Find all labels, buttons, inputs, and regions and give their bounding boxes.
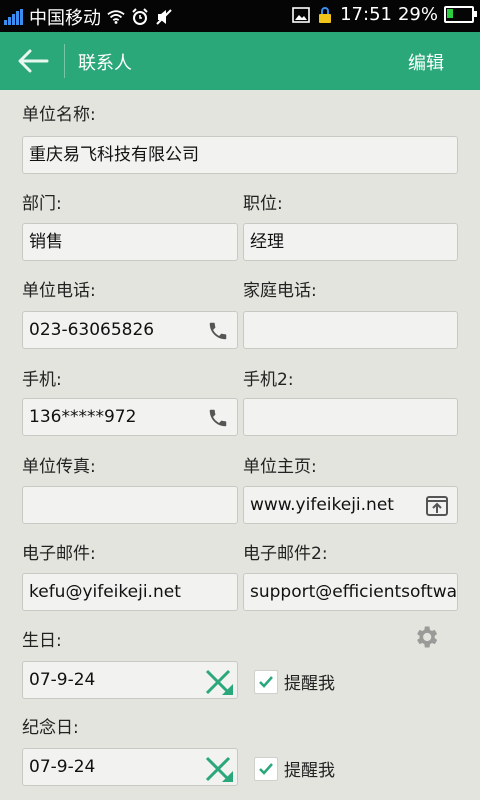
clear-date-icon[interactable] xyxy=(203,755,237,783)
dept-value: 销售 xyxy=(29,232,63,252)
fax-field[interactable] xyxy=(22,486,238,524)
anniversary-label: 纪念日: xyxy=(22,718,79,738)
homepage-label: 单位主页: xyxy=(243,457,317,477)
mobile-field[interactable]: 136*****972 xyxy=(22,398,238,436)
alarm-icon xyxy=(131,8,149,26)
carrier-name: 中国移动 xyxy=(29,8,101,29)
check-icon xyxy=(254,756,278,781)
position-field[interactable]: 经理 xyxy=(243,223,458,261)
battery-percent: 29% xyxy=(397,4,438,25)
clear-date-icon[interactable] xyxy=(203,668,237,696)
wifi-icon xyxy=(107,8,125,26)
page-title: 联系人 xyxy=(78,53,132,74)
edit-button[interactable]: 编辑 xyxy=(408,49,444,75)
work-phone-value: 023-63065826 xyxy=(29,320,155,340)
appbar-divider xyxy=(64,44,65,78)
mobile2-label: 手机2: xyxy=(243,370,294,390)
email2-label: 电子邮件2: xyxy=(243,544,328,564)
gear-icon[interactable] xyxy=(412,623,440,651)
position-label: 职位: xyxy=(243,194,283,214)
mobile2-field[interactable] xyxy=(243,398,458,436)
mobile-value: 136*****972 xyxy=(29,407,137,427)
home-phone-field[interactable] xyxy=(243,311,458,349)
anniversary-field[interactable]: 07-9-24 xyxy=(22,748,238,786)
lock-icon xyxy=(316,6,334,24)
email-value: kefu@yifeikeji.net xyxy=(29,582,181,602)
email-label: 电子邮件: xyxy=(22,544,96,564)
home-phone-label: 家庭电话: xyxy=(243,281,317,301)
work-phone-label: 单位电话: xyxy=(22,281,96,301)
email2-value: support@efficientsoftwa xyxy=(250,582,458,602)
birthday-label: 生日: xyxy=(22,631,62,651)
anniversary-remind-checkbox[interactable]: 提醒我 xyxy=(254,756,335,781)
app-bar: 联系人 编辑 xyxy=(0,32,480,90)
back-arrow-icon xyxy=(18,49,49,73)
signal-icon xyxy=(4,9,23,25)
position-value: 经理 xyxy=(250,232,284,252)
phone-icon[interactable] xyxy=(205,407,231,429)
battery-icon xyxy=(444,6,477,23)
homepage-field[interactable]: www.yifeikeji.net xyxy=(243,486,458,524)
dept-field[interactable]: 销售 xyxy=(22,223,238,261)
dept-label: 部门: xyxy=(22,194,62,214)
company-value: 重庆易飞科技有限公司 xyxy=(29,145,199,165)
birthday-remind-label: 提醒我 xyxy=(284,674,335,694)
anniversary-remind-label: 提醒我 xyxy=(284,761,335,781)
image-icon xyxy=(292,6,310,24)
homepage-value: www.yifeikeji.net xyxy=(250,495,394,515)
email2-field[interactable]: support@efficientsoftwa xyxy=(243,573,458,611)
mobile-label: 手机: xyxy=(22,370,62,390)
back-button[interactable] xyxy=(6,32,60,90)
email-field[interactable]: kefu@yifeikeji.net xyxy=(22,573,238,611)
work-phone-field[interactable]: 023-63065826 xyxy=(22,311,238,349)
birthday-value: 07-9-24 xyxy=(29,670,96,690)
anniversary-value: 07-9-24 xyxy=(29,757,96,777)
company-field[interactable]: 重庆易飞科技有限公司 xyxy=(22,136,458,174)
phone-icon[interactable] xyxy=(205,320,231,342)
birthday-field[interactable]: 07-9-24 xyxy=(22,661,238,699)
open-link-icon[interactable] xyxy=(424,495,450,517)
clock-time: 17:51 xyxy=(340,4,392,25)
birthday-remind-checkbox[interactable]: 提醒我 xyxy=(254,669,335,694)
company-label: 单位名称: xyxy=(22,105,96,125)
status-bar: 中国移动 17:51 29% xyxy=(0,0,480,32)
check-icon xyxy=(254,669,278,694)
mute-icon xyxy=(155,8,173,26)
fax-label: 单位传真: xyxy=(22,457,96,477)
